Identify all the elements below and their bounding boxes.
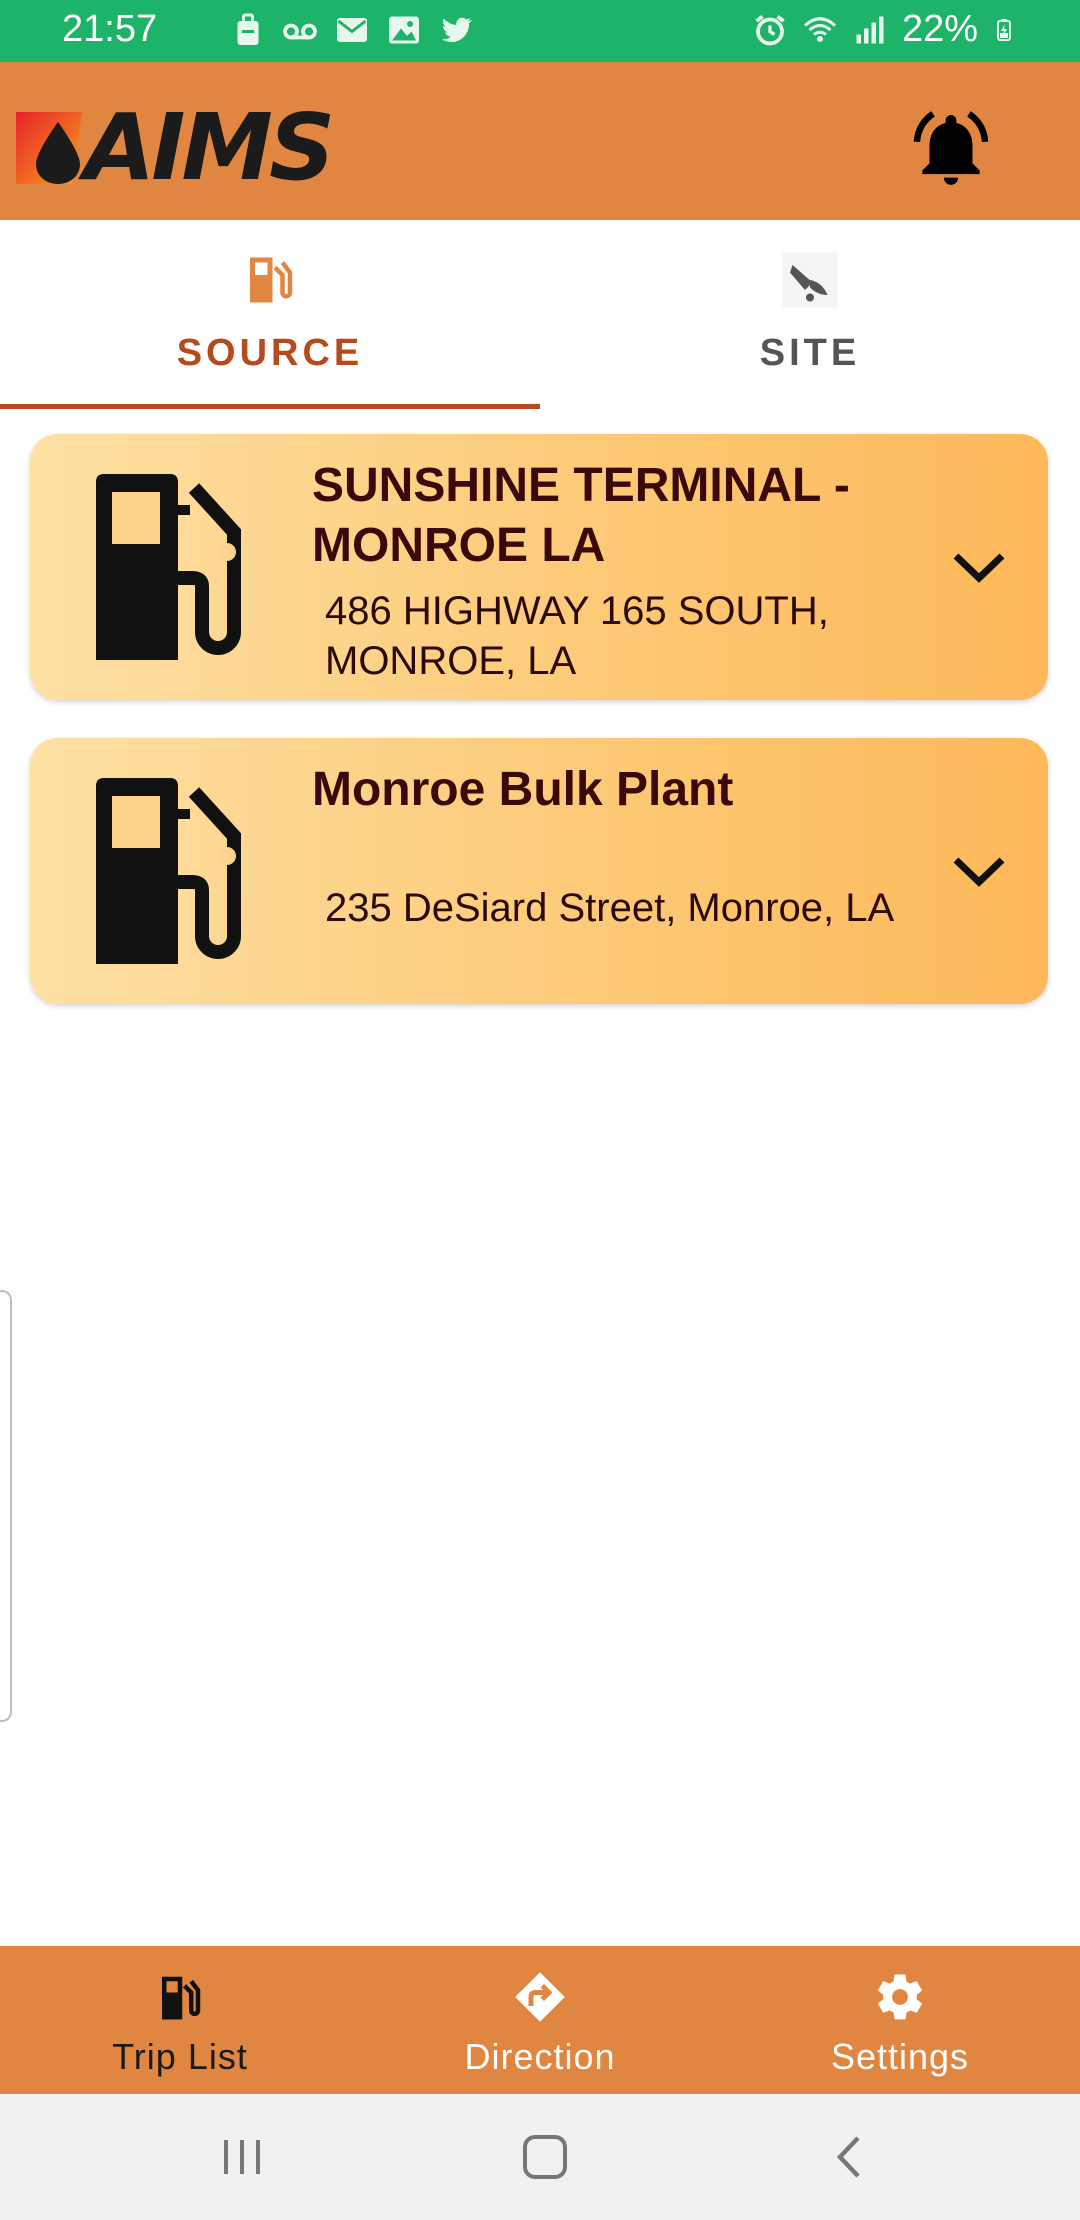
tab-site[interactable]: SITE bbox=[540, 220, 1080, 410]
mail-icon bbox=[337, 18, 367, 42]
tab-bar: SOURCE SITE bbox=[0, 220, 1080, 410]
notification-icons bbox=[230, 12, 474, 48]
voicemail-icon bbox=[283, 23, 317, 40]
source-card[interactable]: SUNSHINE TERMINAL - MONROE LA 486 HIGHWA… bbox=[30, 434, 1048, 700]
status-bar: 21:57 22% bbox=[0, 0, 1080, 62]
bottom-nav: Trip List Direction Settings bbox=[0, 1946, 1080, 2094]
app-header: AIMS bbox=[0, 62, 1080, 220]
signal-icon bbox=[856, 16, 884, 43]
nav-trip-list-label: Trip List bbox=[112, 2036, 248, 2077]
battery-percent: 22% bbox=[901, 8, 978, 50]
bell-icon[interactable] bbox=[908, 106, 994, 192]
back-icon[interactable] bbox=[820, 2132, 880, 2182]
app-logo: AIMS bbox=[12, 94, 335, 201]
source-card[interactable]: Monroe Bulk Plant 235 DeSiard Street, Mo… bbox=[30, 738, 1048, 1004]
image-icon bbox=[389, 16, 419, 44]
direction-icon bbox=[515, 1972, 565, 2022]
tab-source[interactable]: SOURCE bbox=[0, 220, 540, 410]
fuel-nozzle-icon bbox=[782, 252, 838, 308]
card-address: 486 HIGHWAY 165 SOUTH, MONROE, LA bbox=[325, 589, 829, 683]
nav-trip-list[interactable]: Trip List bbox=[0, 1946, 360, 2094]
logo-text: AIMS bbox=[84, 94, 335, 201]
fuel-pump-icon bbox=[96, 474, 241, 660]
battery-charging-icon bbox=[997, 18, 1011, 41]
chevron-down-icon[interactable] bbox=[950, 542, 1008, 592]
nav-settings[interactable]: Settings bbox=[720, 1946, 1080, 2094]
alarm-icon bbox=[755, 14, 785, 45]
card-address: 235 DeSiard Street, Monroe, LA bbox=[325, 886, 895, 930]
recents-icon[interactable] bbox=[212, 2132, 272, 2182]
twitter-icon bbox=[441, 17, 473, 42]
status-time: 21:57 bbox=[62, 8, 158, 50]
gear-icon bbox=[878, 1974, 922, 2020]
wifi-icon bbox=[803, 16, 836, 42]
edge-panel-handle[interactable] bbox=[0, 1290, 12, 1722]
card-title: Monroe Bulk Plant bbox=[312, 763, 734, 816]
tab-source-label: SOURCE bbox=[176, 332, 364, 374]
system-nav-bar bbox=[0, 2094, 1080, 2220]
home-icon[interactable] bbox=[515, 2132, 575, 2182]
fuel-pump-icon bbox=[162, 1976, 201, 2020]
system-status-icons: 22% bbox=[752, 8, 1016, 51]
card-title: SUNSHINE TERMINAL - MONROE LA bbox=[312, 459, 850, 572]
nav-settings-label: Settings bbox=[830, 2036, 970, 2077]
shopping-bag-icon bbox=[237, 13, 259, 45]
fuel-pump-icon bbox=[250, 257, 293, 303]
nav-direction[interactable]: Direction bbox=[360, 1946, 720, 2094]
logo-drop-icon bbox=[16, 112, 82, 184]
nav-direction-label: Direction bbox=[464, 2036, 616, 2077]
tab-selected-indicator bbox=[0, 404, 540, 409]
fuel-pump-icon bbox=[96, 778, 241, 964]
chevron-down-icon[interactable] bbox=[950, 846, 1008, 896]
screen: 21:57 22% AIMS SOURCE SITE SUNSHINE TERM… bbox=[0, 0, 1080, 2220]
tab-site-label: SITE bbox=[759, 332, 861, 374]
